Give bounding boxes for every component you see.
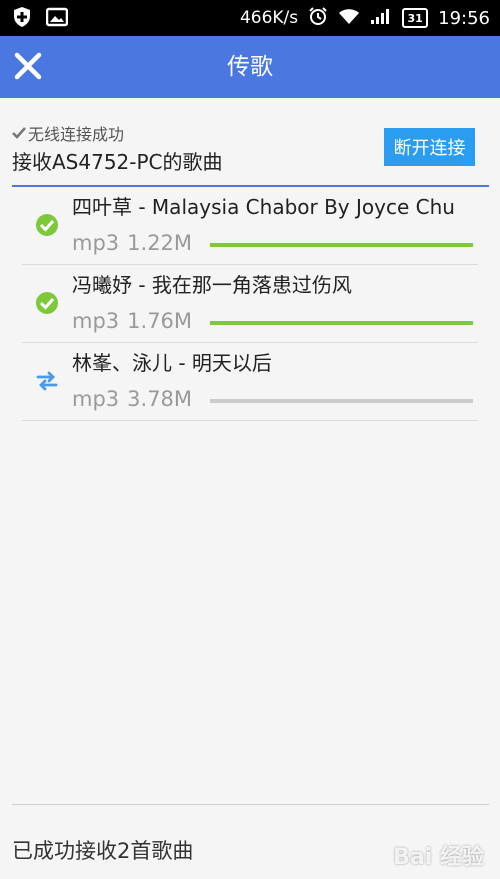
song-meta: mp3 1.22M [72, 231, 192, 255]
status-bar: 466K/s 31 19:56 [0, 0, 500, 36]
song-size: 1.76M [127, 309, 193, 333]
alarm-icon [308, 6, 328, 31]
progress-fill [210, 321, 473, 325]
wifi-icon [338, 7, 360, 30]
close-icon [14, 52, 42, 80]
check-circle-icon [36, 214, 58, 236]
progress-bar [210, 243, 473, 247]
check-circle-icon [36, 292, 58, 314]
connection-status-text: 无线连接成功 [28, 125, 125, 144]
shield-icon [12, 6, 32, 32]
song-item[interactable]: 林峯、泳儿 - 明天以后 mp3 3.78M [22, 343, 478, 421]
song-item[interactable]: 冯曦妤 - 我在那一角落患过伤风 mp3 1.76M [22, 265, 478, 343]
progress-bar [210, 399, 473, 403]
song-format: mp3 [72, 387, 120, 411]
app-bar: 传歌 [0, 36, 500, 98]
connection-title: 接收AS4752-PC的歌曲 [12, 150, 223, 174]
watermark: Bai 经验 [393, 845, 484, 870]
network-speed: 466K/s [239, 8, 299, 28]
song-item[interactable]: 四叶草 - Malaysia Chabor By Joyce Chu mp3 1.… [22, 187, 478, 265]
song-title: 四叶草 - Malaysia Chabor By Joyce Chu [72, 195, 455, 219]
signal-icon [370, 7, 392, 30]
disconnect-button[interactable]: 断开连接 [384, 128, 475, 166]
battery-level: 31 [402, 8, 429, 28]
song-size: 1.22M [127, 231, 193, 255]
transfer-arrows-icon [36, 371, 58, 391]
checkmark-icon [12, 127, 26, 139]
song-meta: mp3 1.76M [72, 309, 192, 333]
page-title: 传歌 [227, 54, 273, 80]
close-button[interactable] [10, 48, 46, 84]
connection-status: 无线连接成功 [12, 121, 124, 145]
image-icon [45, 7, 69, 31]
song-title: 冯曦妤 - 我在那一角落患过伤风 [72, 273, 352, 297]
song-size: 3.78M [127, 387, 193, 411]
song-title: 林峯、泳儿 - 明天以后 [72, 351, 272, 375]
song-meta: mp3 3.78M [72, 387, 192, 411]
receive-summary: 已成功接收2首歌曲 [12, 839, 194, 863]
song-format: mp3 [72, 309, 120, 333]
progress-fill [210, 243, 473, 247]
song-format: mp3 [72, 231, 120, 255]
clock: 19:56 [438, 7, 490, 29]
footer-divider [12, 804, 489, 805]
progress-bar [210, 321, 473, 325]
